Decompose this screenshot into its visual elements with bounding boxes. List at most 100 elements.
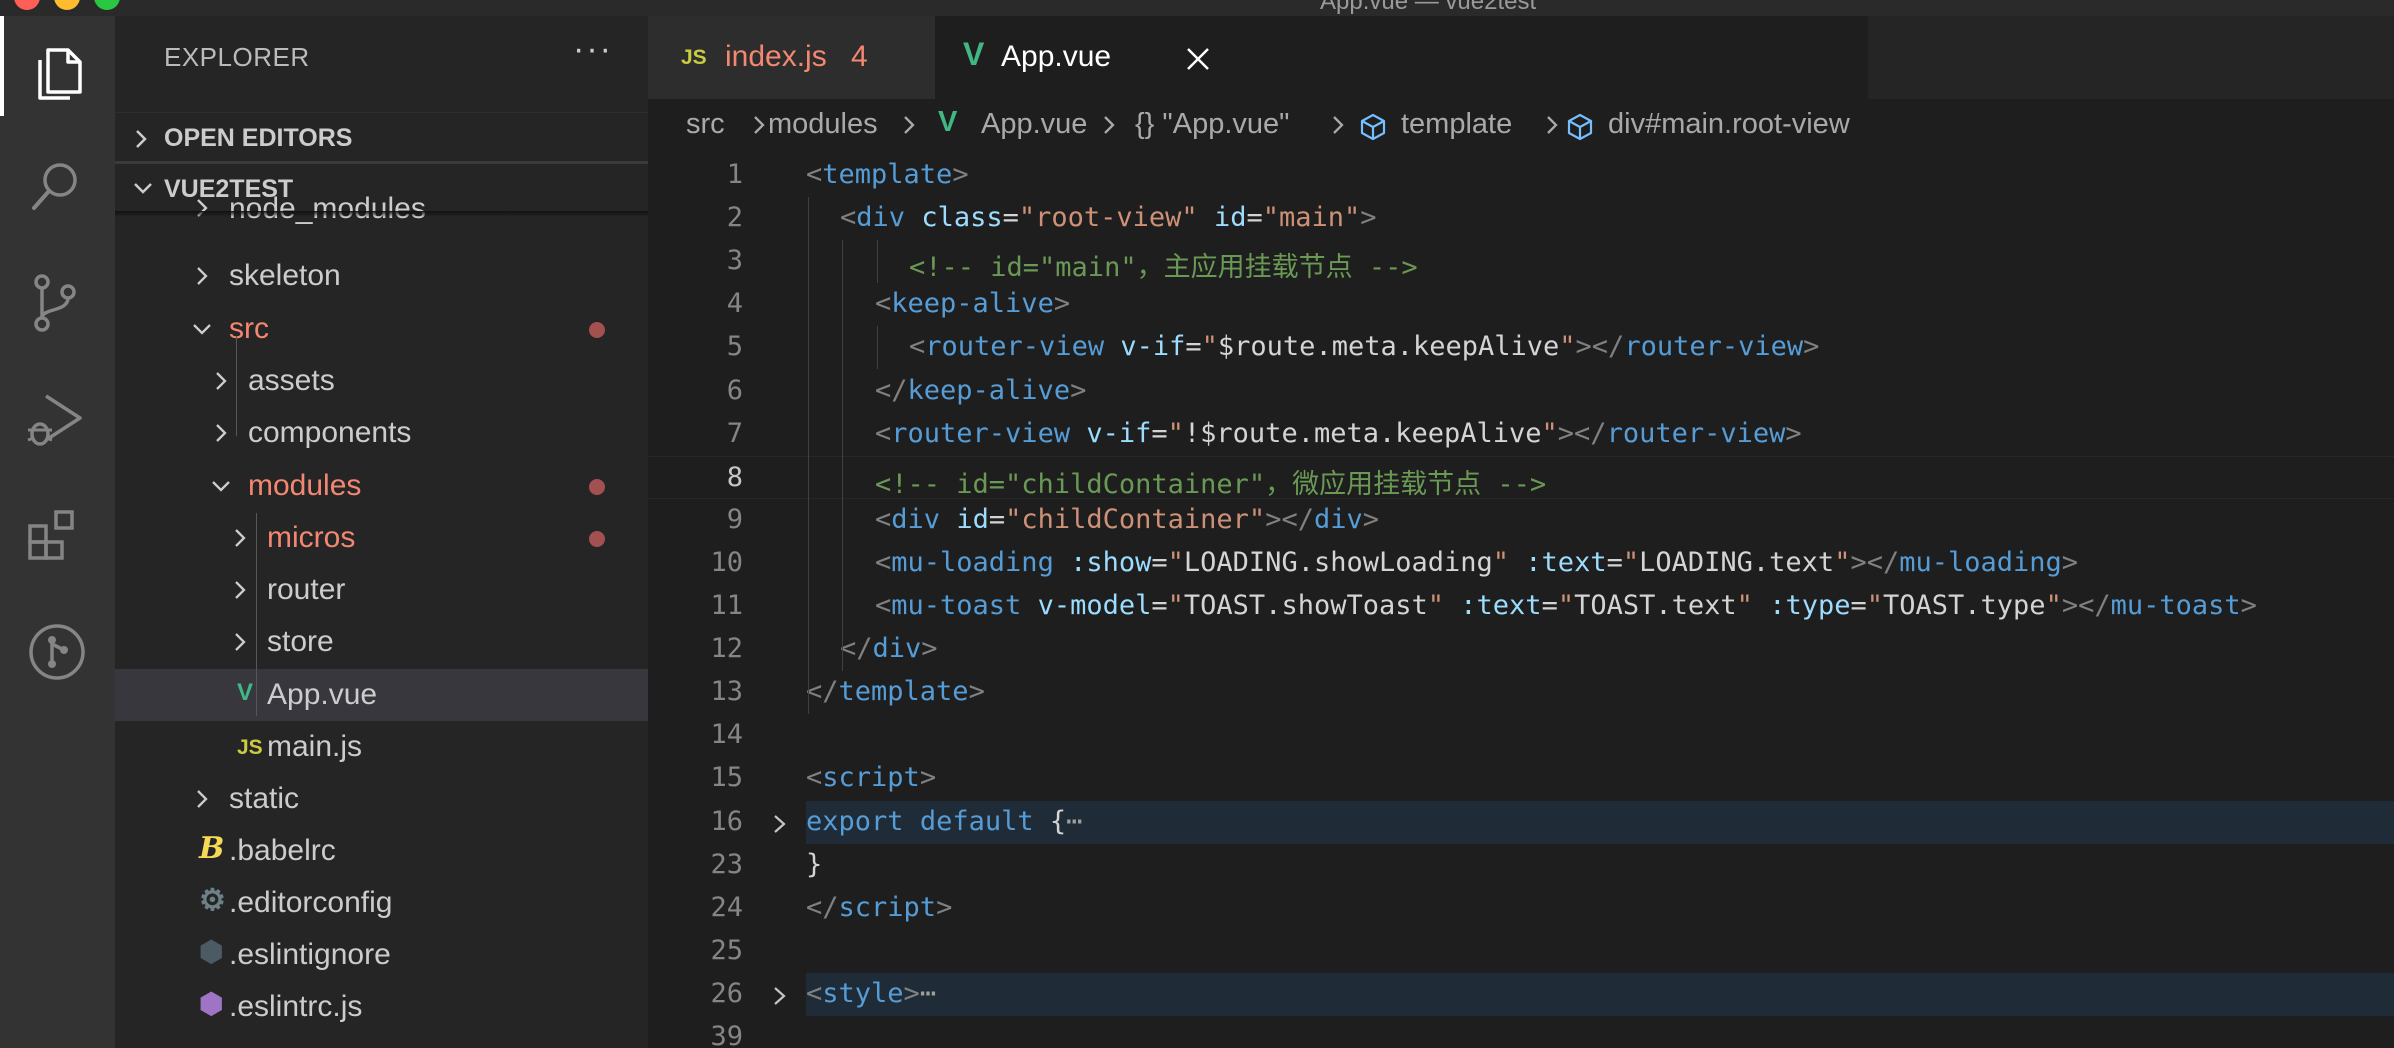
gear-icon: ⚙ xyxy=(199,884,226,917)
tree-item-label: .editorconfig xyxy=(229,886,393,919)
zoom-window-button[interactable] xyxy=(94,0,120,10)
chevron-right-icon xyxy=(235,581,246,599)
tree-item-label: .babelrc xyxy=(229,834,336,867)
activity-run-and-debug[interactable] xyxy=(0,364,115,464)
tree-item-label: .eslintignore xyxy=(229,938,391,971)
title-bar: App.vue — vue2test xyxy=(0,0,2394,16)
tree-folder[interactable]: static xyxy=(115,773,648,825)
line-number: 3 xyxy=(726,245,743,277)
line-number: 10 xyxy=(710,546,743,578)
files-icon xyxy=(38,48,82,100)
open-editors-section[interactable]: OPEN EDITORS xyxy=(115,112,648,164)
code-text: <keep-alive> xyxy=(875,288,1071,320)
tree-folder[interactable]: store xyxy=(115,616,648,668)
breadcrumb-file[interactable]: App.vue xyxy=(981,108,1087,141)
breadcrumb-modules[interactable]: modules xyxy=(768,108,878,141)
tree-folder[interactable]: assets xyxy=(115,355,648,407)
code-line[interactable]: 7 <router-view v-if="!$route.meta.keepAli… xyxy=(648,413,2394,456)
tree-file[interactable]: ⚙ .editorconfig xyxy=(115,877,648,929)
close-icon[interactable] xyxy=(1185,46,1211,72)
vue-icon: V xyxy=(237,679,254,706)
breadcrumb-element[interactable]: div#main.root-view xyxy=(1608,108,1850,141)
code-line[interactable]: 2 <div class="root-view" id="main"> xyxy=(648,197,2394,240)
code-line[interactable]: 16 export default {⋯ xyxy=(710,800,2394,844)
chevron-right-icon xyxy=(1547,116,1558,134)
chevron-down-icon xyxy=(212,481,230,492)
activity-bar xyxy=(0,16,115,1048)
line-number: 39 xyxy=(710,1021,743,1048)
code-line[interactable]: 8 <!-- id="childContainer"，微应用挂载节点 --> xyxy=(648,455,2394,500)
activity-source-control[interactable] xyxy=(0,248,115,348)
tree-folder[interactable]: router xyxy=(115,564,648,616)
breadcrumb-template[interactable]: template xyxy=(1401,108,1512,141)
code-line[interactable]: 6 </keep-alive> xyxy=(648,370,2394,413)
tab-app-vue[interactable]: V App.vue xyxy=(935,16,1868,99)
tab-index-js[interactable]: JS index.js 4 xyxy=(648,16,935,99)
code-line[interactable]: 4 <keep-alive> xyxy=(648,283,2394,326)
fold-chevron-icon[interactable] xyxy=(770,985,790,1007)
code-text: <router-view v-if="$route.meta.keepAlive… xyxy=(909,331,1820,363)
code-line[interactable]: 9 <div id="childContainer"></div> xyxy=(648,499,2394,542)
code-line[interactable]: 23} xyxy=(648,844,2394,887)
tree-folder[interactable]: micros xyxy=(115,512,648,564)
tree-item-label: main.js xyxy=(267,730,363,763)
code-line[interactable]: 10 <mu-loading :show="LOADING.showLoading… xyxy=(648,542,2394,585)
debug-icon xyxy=(27,394,82,446)
code-text: <mu-toast v-model="TOAST.showToast" :tex… xyxy=(875,590,2257,621)
explorer-header: EXPLORER xyxy=(164,42,310,72)
code-line[interactable]: 15 <script> xyxy=(648,757,2394,800)
tree-folder[interactable]: modules xyxy=(115,460,648,512)
chevron-right-icon xyxy=(136,130,147,148)
code-editor[interactable]: 1 <template> 2 <div class="root-view" id="m… xyxy=(648,154,2394,1048)
activity-git-graph[interactable] xyxy=(0,596,115,696)
tree-folder[interactable]: skeleton xyxy=(115,250,648,302)
tree-file[interactable]: ⬢ .eslintrc.js xyxy=(115,981,648,1033)
activity-explorer[interactable] xyxy=(0,16,115,116)
chevron-right-icon xyxy=(904,116,915,134)
code-text: </div> xyxy=(840,633,938,665)
tree-file[interactable]: B .babelrc xyxy=(115,825,648,877)
tree-folder[interactable]: components xyxy=(115,407,648,459)
breadcrumb-module-symbol[interactable]: {} "App.vue" xyxy=(1135,108,1289,141)
line-number: 2 xyxy=(726,202,743,234)
line-number: 6 xyxy=(726,374,743,406)
tree-file[interactable]: JS main.js xyxy=(115,721,648,773)
code-line[interactable]: 13 </template> xyxy=(648,671,2394,714)
git-graph-icon xyxy=(29,624,85,680)
code-line[interactable]: 1 <template> xyxy=(648,154,2394,197)
code-line[interactable]: 14 xyxy=(648,714,2394,757)
eslint-icon: ⬢ xyxy=(199,988,224,1019)
code-line[interactable]: 11 <mu-toast v-model="TOAST.showToast" :t… xyxy=(648,585,2394,628)
code-line[interactable]: 5 <router-view v-if="$route.meta.keepAliv… xyxy=(648,326,2394,369)
tab-label: App.vue xyxy=(1001,40,1112,73)
activity-search[interactable] xyxy=(0,132,115,232)
code-line[interactable]: 12 </div> xyxy=(648,628,2394,671)
explorer-sidebar: EXPLORER ··· OPEN EDITORS VUE2TEST node_… xyxy=(115,16,648,1048)
close-window-button[interactable] xyxy=(14,0,40,10)
code-line[interactable]: 3 <!-- id="main"，主应用挂载节点 --> xyxy=(648,240,2394,283)
cube-icon xyxy=(1360,113,1386,141)
tree-folder[interactable]: src xyxy=(115,303,648,355)
tree-item-label: static xyxy=(229,782,300,815)
code-text: </keep-alive> xyxy=(875,374,1087,406)
line-number: 12 xyxy=(710,633,743,665)
source-control-icon xyxy=(34,274,76,332)
breadcrumb: src modules V App.vue {} "App.vue" templ… xyxy=(648,99,2394,154)
js-icon: JS xyxy=(237,736,263,759)
tree-file[interactable]: ⬢ .eslintignore xyxy=(115,929,648,981)
breadcrumb-src[interactable]: src xyxy=(686,108,725,141)
tree-file[interactable]: V App.vue xyxy=(115,669,648,721)
indent-guide xyxy=(842,240,843,672)
more-actions-icon[interactable]: ··· xyxy=(573,30,613,69)
code-text: export default {⋯ xyxy=(806,805,1083,837)
activity-extensions[interactable] xyxy=(0,480,115,580)
code-line[interactable]: 39 xyxy=(648,1016,2394,1048)
code-line[interactable]: 24 </script> xyxy=(648,887,2394,930)
tree-item-label: node_modules xyxy=(229,192,426,225)
line-number: 25 xyxy=(710,934,743,966)
code-line[interactable]: 26 <style>⋯ xyxy=(710,972,2394,1016)
fold-chevron-icon[interactable] xyxy=(770,813,790,835)
minimize-window-button[interactable] xyxy=(54,0,80,10)
code-line[interactable]: 25 xyxy=(648,930,2394,973)
eslint-ignore-icon: ⬢ xyxy=(199,936,224,967)
